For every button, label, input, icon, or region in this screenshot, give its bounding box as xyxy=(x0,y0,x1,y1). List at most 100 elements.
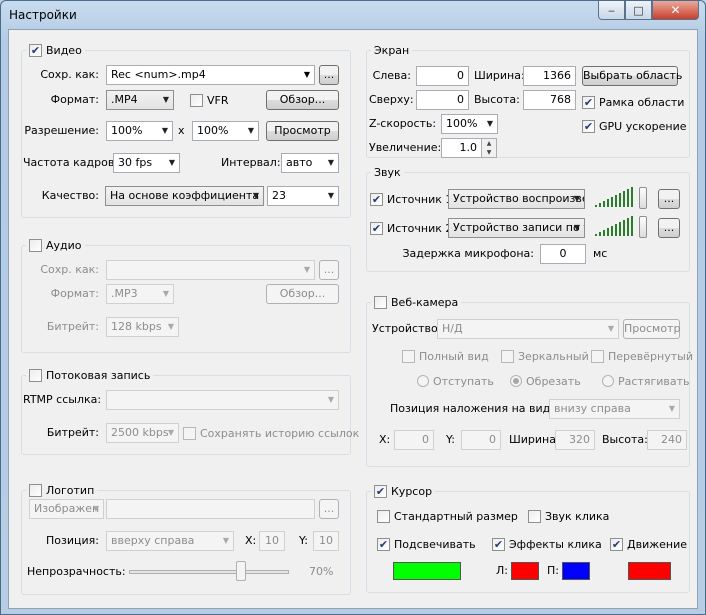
stream-group-header[interactable]: Потоковая запись xyxy=(26,368,154,382)
video-browse-button[interactable]: Обзор... xyxy=(266,90,339,110)
logo-enable-checkbox[interactable] xyxy=(29,483,42,497)
select-area-button[interactable]: Выбрать область xyxy=(582,66,682,86)
mic-delay-input[interactable]: 0 xyxy=(540,244,586,264)
motion-checkbox-box[interactable]: ✔ xyxy=(610,537,623,551)
source2-volume-slider[interactable] xyxy=(595,216,647,238)
logo-y-input[interactable]: 10 xyxy=(313,531,339,551)
source2-checkbox[interactable]: ✔ Источник 2: xyxy=(370,220,456,236)
audio-enable-checkbox[interactable] xyxy=(29,238,42,252)
area-frame-checkbox[interactable]: ✔ Рамка области xyxy=(582,94,684,110)
fullview-checkbox-box[interactable] xyxy=(402,349,415,363)
video-save-as-combobox[interactable]: Rec <num>.mp4 ▼ xyxy=(106,65,315,85)
vfr-checkbox[interactable]: VFR xyxy=(190,92,229,108)
webcam-group-header[interactable]: Веб-камера xyxy=(371,295,462,309)
screen-height-input[interactable]: 768 xyxy=(523,90,576,110)
right-click-color-swatch[interactable] xyxy=(562,562,590,580)
click-effects-checkbox[interactable]: ✔ Эффекты клика xyxy=(492,536,602,552)
flipped-checkbox[interactable]: Перевёрнутый xyxy=(591,348,693,364)
screen-top-input[interactable]: 0 xyxy=(416,90,469,110)
quality-value-select[interactable]: 23 ▼ xyxy=(267,186,339,206)
cursor-group-header[interactable]: ✔ Курсор xyxy=(371,484,436,498)
area-frame-checkbox-box[interactable]: ✔ xyxy=(582,95,595,109)
keep-history-checkbox[interactable]: Сохранять историю ссылок xyxy=(183,425,359,441)
screen-width-input[interactable]: 1366 xyxy=(523,66,576,86)
opacity-slider-track[interactable] xyxy=(129,570,289,574)
volume-knob[interactable] xyxy=(639,187,647,209)
logo-position-select[interactable]: вверху справа ▼ xyxy=(106,531,234,551)
zspeed-select[interactable]: 100% ▼ xyxy=(441,114,498,134)
quality-mode-select[interactable]: На основе коэффициента к ▼ xyxy=(105,186,264,206)
motion-checkbox[interactable]: ✔ Движение xyxy=(610,536,687,552)
volume-knob[interactable] xyxy=(639,216,647,238)
webcam-y-input[interactable]: 0 xyxy=(461,430,501,450)
fps-select[interactable]: 30 fps ▼ xyxy=(113,153,180,173)
video-format-select[interactable]: .MP4 ▼ xyxy=(106,90,174,110)
webcam-preview-button[interactable]: Просмотр xyxy=(623,319,680,339)
webcam-width-input[interactable]: 320 xyxy=(555,430,595,450)
stream-bitrate-select[interactable]: 2500 kbps ▼ xyxy=(106,423,179,443)
overlay-position-select[interactable]: внизу справа ▼ xyxy=(549,399,680,419)
resolution-height-select[interactable]: 100% ▼ xyxy=(192,121,259,141)
mirror-checkbox[interactable]: Зеркальный xyxy=(501,348,589,364)
audio-format-select[interactable]: .MP3 ▼ xyxy=(106,284,174,304)
source2-ellipsis-button[interactable]: ... xyxy=(658,218,680,238)
webcam-x-input[interactable]: 0 xyxy=(394,430,434,450)
stretch-radio[interactable]: Растягивать xyxy=(602,373,690,389)
video-save-as-ellipsis-button[interactable]: ... xyxy=(319,65,339,85)
stretch-radio-circle[interactable] xyxy=(602,375,614,387)
zoom-spinner[interactable]: ▲ ▼ xyxy=(482,138,497,158)
gpu-checkbox-box[interactable]: ✔ xyxy=(582,119,595,133)
rtmp-url-combobox[interactable]: ▼ xyxy=(106,390,339,410)
video-enable-checkbox[interactable]: ✔ xyxy=(29,43,42,57)
video-group-header[interactable]: ✔ Видео xyxy=(26,43,85,57)
source2-device-select[interactable]: Устройство записи по у ▼ xyxy=(448,218,585,238)
keep-history-checkbox-box[interactable] xyxy=(183,426,196,440)
fullview-checkbox[interactable]: Полный вид xyxy=(402,348,489,364)
standard-size-checkbox-box[interactable] xyxy=(377,509,390,523)
crop-radio[interactable]: Обрезать xyxy=(510,373,581,389)
highlight-color-swatch[interactable] xyxy=(393,562,461,580)
motion-color-swatch[interactable] xyxy=(628,562,671,580)
logo-path-input[interactable] xyxy=(106,499,315,519)
logo-path-ellipsis-button[interactable]: ... xyxy=(319,499,339,519)
click-sound-checkbox[interactable]: Звук клика xyxy=(528,508,609,524)
gpu-acceleration-checkbox[interactable]: ✔ GPU ускорение xyxy=(582,118,687,134)
audio-group-header[interactable]: Аудио xyxy=(26,238,85,252)
mirror-checkbox-box[interactable] xyxy=(501,349,514,363)
source1-device-select[interactable]: Устройство воспроизвед ▼ xyxy=(448,189,585,209)
webcam-device-select[interactable]: Н/Д ▼ xyxy=(437,319,619,339)
indent-radio-circle[interactable] xyxy=(417,375,429,387)
audio-save-as-ellipsis-button[interactable]: ... xyxy=(319,260,339,280)
audio-browse-button[interactable]: Обзор... xyxy=(266,284,339,304)
logo-type-select[interactable]: Изображен ▼ xyxy=(29,499,104,519)
cursor-enable-checkbox[interactable]: ✔ xyxy=(374,484,387,498)
standard-size-checkbox[interactable]: Стандартный размер xyxy=(377,508,518,524)
highlight-checkbox[interactable]: ✔ Подсвечивать xyxy=(377,536,476,552)
screen-left-input[interactable]: 0 xyxy=(416,66,469,86)
resolution-width-select[interactable]: 100% ▼ xyxy=(106,121,173,141)
highlight-checkbox-box[interactable]: ✔ xyxy=(377,537,390,551)
click-sound-checkbox-box[interactable] xyxy=(528,509,541,523)
logo-group-header[interactable]: Логотип xyxy=(26,483,98,497)
audio-bitrate-select[interactable]: 128 kbps ▼ xyxy=(106,317,179,337)
indent-radio[interactable]: Отступать xyxy=(417,373,494,389)
source1-checkbox[interactable]: ✔ Источник 1: xyxy=(370,191,456,207)
webcam-height-input[interactable]: 240 xyxy=(647,430,687,450)
source1-ellipsis-button[interactable]: ... xyxy=(658,189,680,209)
source1-checkbox-box[interactable]: ✔ xyxy=(370,192,383,206)
flipped-checkbox-box[interactable] xyxy=(591,349,604,363)
logo-x-input[interactable]: 10 xyxy=(259,531,285,551)
click-effects-checkbox-box[interactable]: ✔ xyxy=(492,537,505,551)
video-preview-button[interactable]: Просмотр xyxy=(266,121,339,141)
crop-radio-circle[interactable] xyxy=(510,375,522,387)
opacity-slider-thumb[interactable] xyxy=(236,561,246,581)
zoom-input[interactable]: 1.0 xyxy=(441,138,482,158)
webcam-enable-checkbox[interactable] xyxy=(374,295,387,309)
source1-volume-slider[interactable] xyxy=(595,187,647,209)
close-button[interactable]: ✕ xyxy=(652,1,699,20)
vfr-checkbox-box[interactable] xyxy=(190,93,203,107)
source2-checkbox-box[interactable]: ✔ xyxy=(370,221,383,235)
audio-save-as-combobox[interactable]: ▼ xyxy=(106,260,315,280)
stream-enable-checkbox[interactable] xyxy=(29,368,42,382)
minimize-button[interactable]: ‒ xyxy=(598,1,625,20)
